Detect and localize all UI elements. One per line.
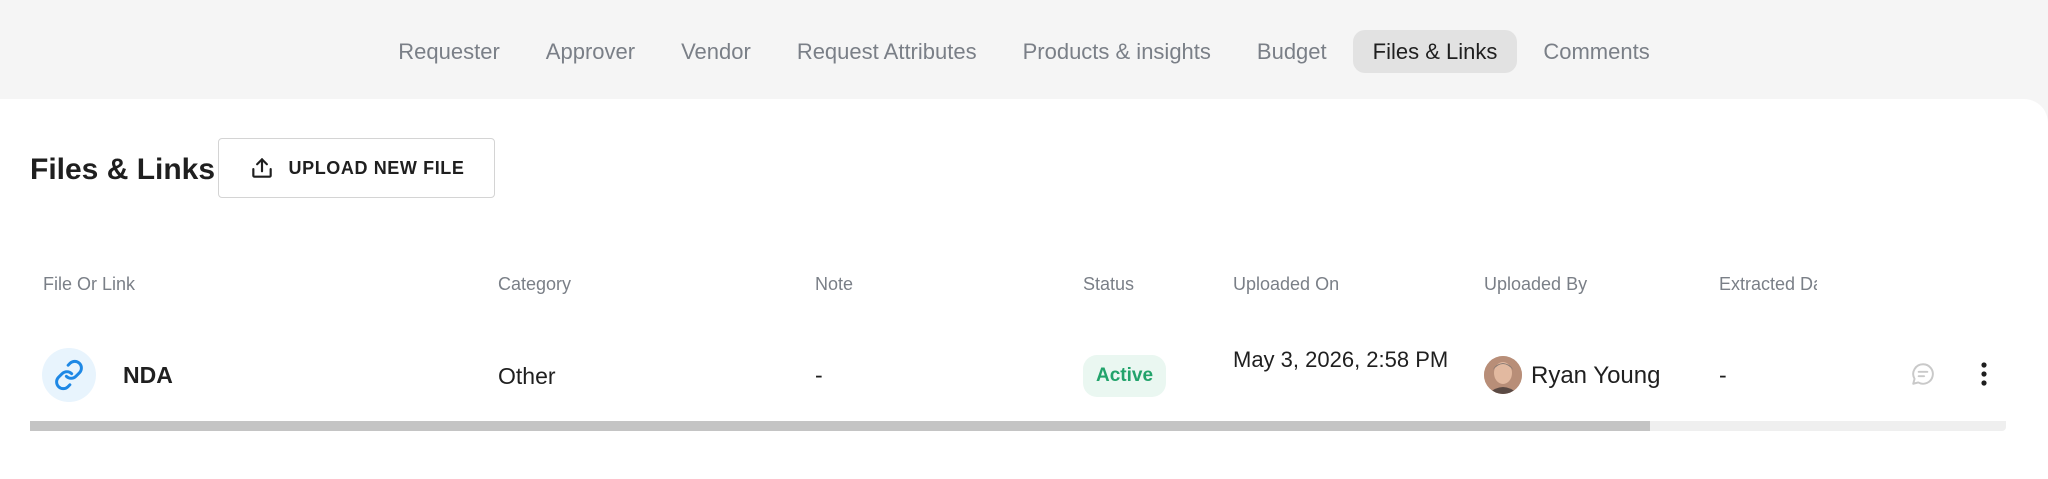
upload-button-label: UPLOAD NEW FILE	[288, 157, 465, 178]
file-name-link[interactable]: NDA	[123, 362, 173, 389]
tab-list: Requester Approver Vendor Request Attrib…	[0, 30, 2048, 73]
extracted-data-cell: -	[1719, 362, 1727, 388]
comment-icon[interactable]	[1910, 361, 1936, 387]
column-header-note[interactable]: Note	[815, 274, 853, 295]
column-header-file[interactable]: File Or Link	[43, 274, 135, 295]
column-header-extracted[interactable]: Extracted Data	[1719, 274, 1817, 295]
tab-approver[interactable]: Approver	[526, 30, 655, 73]
tab-files-links[interactable]: Files & Links	[1352, 30, 1518, 73]
section-title: Files & Links	[30, 153, 216, 186]
avatar	[1484, 356, 1522, 394]
note-cell: -	[815, 362, 823, 388]
link-icon	[42, 348, 96, 402]
upload-icon	[251, 158, 272, 178]
tab-comments[interactable]: Comments	[1523, 30, 1669, 73]
horizontal-scrollbar[interactable]	[30, 421, 2006, 431]
upload-new-file-button[interactable]: UPLOAD NEW FILE	[218, 138, 495, 198]
column-header-category[interactable]: Category	[498, 274, 571, 295]
tab-vendor[interactable]: Vendor	[661, 30, 771, 73]
column-header-status[interactable]: Status	[1083, 274, 1134, 295]
tab-products-insights[interactable]: Products & insights	[1003, 30, 1231, 73]
scrollbar-thumb[interactable]	[30, 421, 1651, 431]
tab-budget[interactable]: Budget	[1237, 30, 1347, 73]
column-header-uploaded-on[interactable]: Uploaded On	[1233, 274, 1339, 295]
more-options-icon[interactable]	[1972, 358, 1996, 390]
category-cell: Other	[498, 363, 556, 389]
table-row[interactable]: NDA Other - Active May 3, 2026, 2:58 PM …	[0, 334, 2048, 414]
tab-requester[interactable]: Requester	[378, 30, 520, 73]
column-header-uploaded-by[interactable]: Uploaded By	[1484, 274, 1587, 295]
uploaded-by-cell: Ryan Young	[1531, 362, 1661, 389]
status-badge: Active	[1083, 355, 1167, 397]
files-links-panel: Files & Links UPLOAD NEW FILE File Or Li…	[0, 99, 2048, 479]
uploaded-on-cell: May 3, 2026, 2:58 PM	[1233, 347, 1449, 372]
tab-request-attributes[interactable]: Request Attributes	[777, 30, 997, 73]
tabs-bar: Requester Approver Vendor Request Attrib…	[0, 0, 2048, 100]
